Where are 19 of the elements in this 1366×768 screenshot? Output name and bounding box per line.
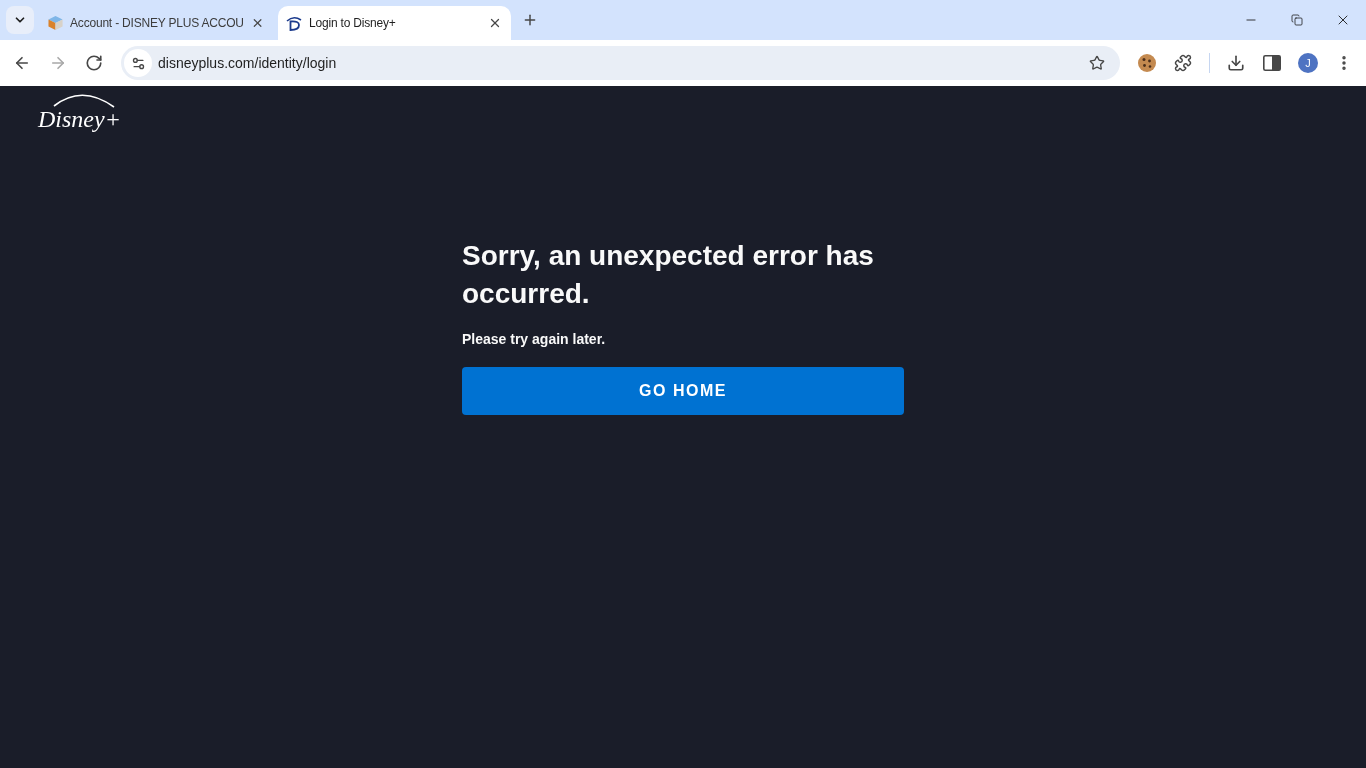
side-panel-icon[interactable] bbox=[1263, 55, 1281, 71]
restore-icon[interactable] bbox=[1291, 14, 1303, 26]
tab-search-button[interactable] bbox=[6, 6, 34, 34]
new-tab-icon[interactable] bbox=[522, 12, 538, 28]
download-icon[interactable] bbox=[1227, 54, 1245, 72]
brand-logo[interactable]: Disney+ bbox=[38, 89, 122, 135]
close-tab-icon[interactable] bbox=[488, 16, 502, 30]
error-heading: Sorry, an unexpected error has occurred. bbox=[462, 239, 875, 311]
address-bar[interactable]: disneyplus.com/identity/login bbox=[121, 46, 1120, 80]
profile-avatar[interactable]: J bbox=[1298, 53, 1318, 73]
error-message: Please try again later. bbox=[462, 330, 607, 349]
puzzle-icon[interactable] bbox=[1174, 54, 1192, 72]
reload-icon[interactable] bbox=[85, 54, 103, 72]
star-icon[interactable] bbox=[1089, 55, 1105, 71]
sliders-icon[interactable] bbox=[124, 49, 152, 77]
cookie-icon[interactable] bbox=[1137, 53, 1157, 73]
go-home-button[interactable]: GO HOME bbox=[462, 367, 904, 415]
browser-tab[interactable]: Login to Disney+ bbox=[278, 6, 511, 40]
browser-tab[interactable]: Account - DISNEY PLUS ACCOU bbox=[40, 6, 273, 40]
